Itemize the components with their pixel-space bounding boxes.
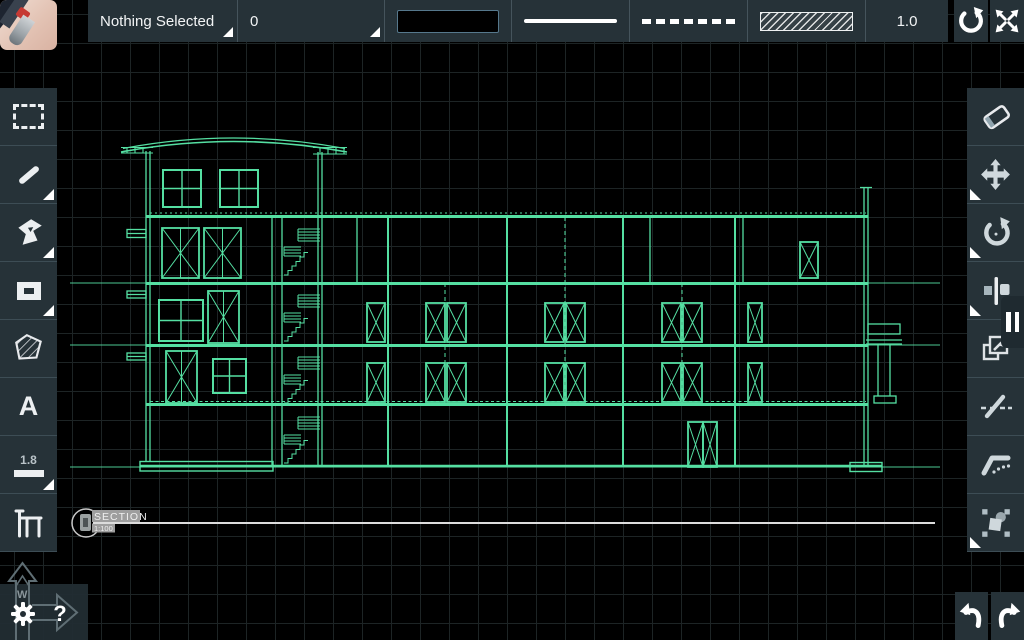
- lineweight-tool[interactable]: 1.8: [0, 436, 57, 494]
- scale-value: 1.0: [897, 13, 918, 30]
- section-title-annotation: SECTION 1:100: [72, 509, 935, 537]
- undo-button[interactable]: [955, 592, 988, 640]
- selection-status-dropdown[interactable]: Nothing Selected: [88, 0, 238, 42]
- layer-value: 0: [250, 13, 258, 30]
- color-picker[interactable]: [385, 0, 512, 42]
- dimension-tool-icon: [13, 507, 45, 539]
- rectangle-tool-icon: [12, 276, 46, 306]
- rotate-view-button[interactable]: [954, 0, 988, 42]
- solid-line-swatch: [524, 19, 617, 24]
- polyline-tool[interactable]: [0, 204, 57, 262]
- eraser-tool[interactable]: [967, 88, 1024, 146]
- trim-tool[interactable]: [967, 378, 1024, 436]
- marquee-select-tool[interactable]: [0, 88, 57, 146]
- cad-app-window: SECTION 1:100 Nothing Selected 0: [0, 0, 1024, 640]
- flyout-corner-icon: [970, 537, 981, 548]
- parallel-lines-icon: [1006, 312, 1011, 332]
- undo-icon: [958, 599, 986, 633]
- dimension-tool[interactable]: [0, 494, 57, 552]
- flyout-corner-icon: [43, 189, 54, 200]
- dashed-line-swatch: [642, 19, 735, 24]
- flyout-corner-icon: [43, 305, 54, 316]
- dropdown-corner-icon: [223, 27, 233, 37]
- snap-grips-icon: [979, 506, 1013, 540]
- flyout-corner-icon: [970, 305, 981, 316]
- move-icon: [979, 158, 1012, 191]
- layer-dropdown[interactable]: 0: [238, 0, 385, 42]
- draw-toolbar: A 1.8: [0, 88, 57, 552]
- snap-grips-tool[interactable]: [967, 494, 1024, 552]
- scale-field[interactable]: 1.0: [866, 0, 948, 42]
- lineweight-tool-icon: [14, 470, 44, 477]
- fit-screen-button[interactable]: [990, 0, 1024, 42]
- drawing-canvas[interactable]: SECTION 1:100: [0, 0, 1024, 640]
- building-section-drawing: [70, 138, 940, 472]
- polyline-tool-icon: [12, 216, 46, 250]
- text-tool[interactable]: A: [0, 378, 57, 436]
- color-swatch: [397, 10, 499, 33]
- rotate-icon: [979, 216, 1013, 250]
- settings-button[interactable]: [4, 594, 42, 634]
- redo-icon: [994, 599, 1022, 633]
- section-label: SECTION: [94, 511, 148, 523]
- fit-screen-icon: [993, 7, 1021, 35]
- flyout-corner-icon: [970, 189, 981, 200]
- section-scale-label: 1:100: [94, 524, 113, 533]
- flyout-corner-icon: [43, 479, 54, 490]
- help-label: ?: [53, 601, 66, 627]
- linetype-dashed-picker[interactable]: [630, 0, 748, 42]
- rotate-view-icon: [956, 6, 986, 36]
- redo-button[interactable]: [991, 592, 1024, 640]
- move-tool[interactable]: [967, 146, 1024, 204]
- text-tool-icon: A: [19, 393, 39, 420]
- line-tool-icon: [13, 159, 45, 191]
- marquee-select-icon: [13, 104, 44, 129]
- hatch-pattern-picker[interactable]: [748, 0, 866, 42]
- gear-icon: [7, 598, 39, 630]
- eraser-icon: [978, 100, 1014, 134]
- fillet-tool[interactable]: [967, 436, 1024, 494]
- hatch-tool-icon: [12, 332, 46, 366]
- dropdown-corner-icon: [370, 27, 380, 37]
- flyout-corner-icon: [970, 247, 981, 258]
- fillet-icon: [978, 449, 1014, 481]
- rotate-tool[interactable]: [967, 204, 1024, 262]
- line-tool[interactable]: [0, 146, 57, 204]
- linetype-solid-picker[interactable]: [512, 0, 630, 42]
- rectangle-tool[interactable]: [0, 262, 57, 320]
- lineweight-value: 1.8: [20, 453, 37, 467]
- app-logo[interactable]: [0, 0, 57, 50]
- offset-flyout-panel[interactable]: [1001, 296, 1024, 348]
- trim-icon: [979, 391, 1013, 423]
- help-button[interactable]: ?: [42, 594, 78, 634]
- property-bar: Nothing Selected 0 1.0: [88, 0, 948, 42]
- hatch-swatch: [760, 12, 853, 31]
- parallel-lines-icon: [1015, 312, 1020, 332]
- selection-status-label: Nothing Selected: [100, 13, 214, 30]
- hatch-tool[interactable]: [0, 320, 57, 378]
- flyout-corner-icon: [43, 247, 54, 258]
